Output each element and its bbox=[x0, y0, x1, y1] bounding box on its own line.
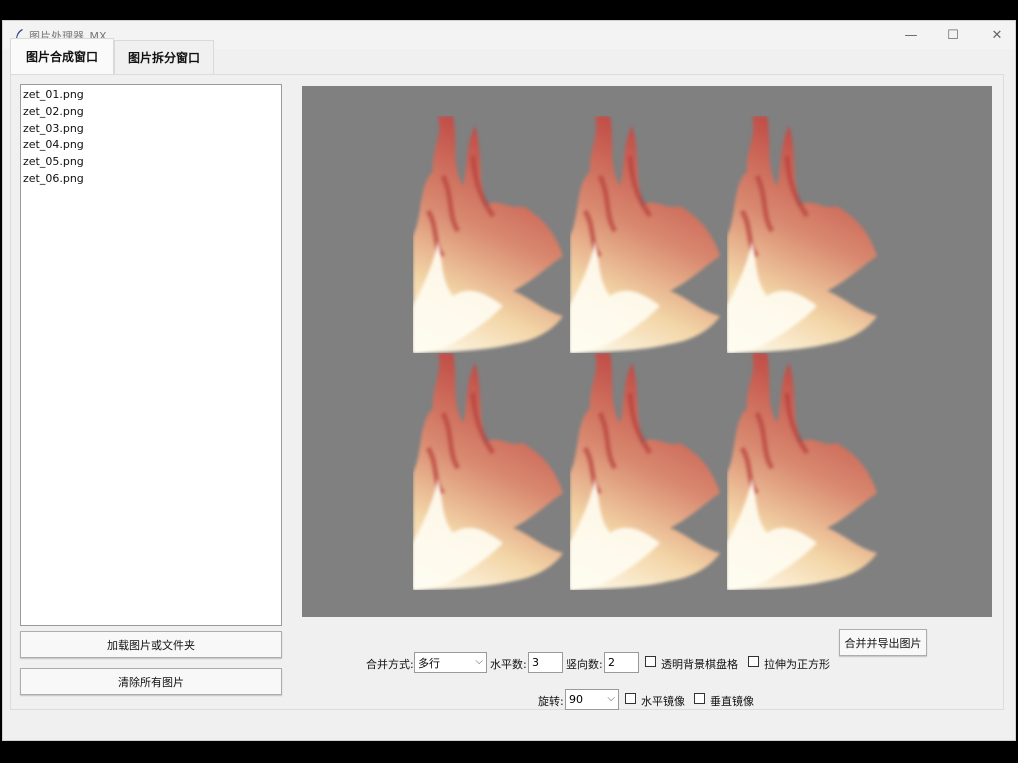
v-count-input[interactable]: 2 bbox=[604, 652, 639, 673]
load-images-button[interactable]: 加载图片或文件夹 bbox=[20, 631, 282, 658]
preview-tile-3 bbox=[727, 116, 884, 353]
h-count-input[interactable]: 3 bbox=[528, 652, 563, 673]
preview-tile-4 bbox=[413, 353, 570, 590]
merge-mode-value: 多行 bbox=[418, 656, 440, 670]
tab-merge[interactable]: 图片合成窗口 bbox=[10, 38, 114, 74]
v-count-label: 竖向数: bbox=[566, 658, 603, 671]
merge-mode-select[interactable]: 多行 ⌵ bbox=[414, 652, 487, 673]
list-item[interactable]: zet_05.png bbox=[22, 154, 281, 171]
h-mirror-checkbox[interactable] bbox=[625, 693, 636, 704]
list-item[interactable]: zet_04.png bbox=[22, 137, 281, 154]
transparent-checker-label: 透明背景棋盘格 bbox=[661, 658, 738, 671]
chevron-down-icon: ⌵ bbox=[475, 656, 483, 667]
preview-tile-2 bbox=[570, 116, 727, 353]
maximize-button[interactable]: ☐ bbox=[931, 21, 975, 49]
preview-tile-6 bbox=[727, 353, 884, 590]
stretch-square-checkbox[interactable] bbox=[748, 656, 759, 667]
preview-tile-5 bbox=[570, 353, 727, 590]
h-count-label: 水平数: bbox=[490, 658, 527, 671]
merge-mode-label: 合并方式: bbox=[366, 658, 414, 671]
minimize-button[interactable]: — bbox=[889, 21, 933, 49]
close-button[interactable]: ✕ bbox=[975, 21, 1018, 49]
list-item[interactable]: zet_02.png bbox=[22, 104, 281, 121]
preview-canvas[interactable] bbox=[302, 86, 992, 617]
h-mirror-label: 水平镜像 bbox=[641, 695, 685, 708]
stretch-square-label: 拉伸为正方形 bbox=[764, 658, 830, 671]
rotate-label: 旋转: bbox=[538, 695, 564, 708]
rotate-select[interactable]: 90 ⌵ bbox=[565, 689, 619, 710]
transparent-checker-checkbox[interactable] bbox=[645, 656, 656, 667]
list-item[interactable]: zet_06.png bbox=[22, 171, 281, 188]
v-mirror-label: 垂直镜像 bbox=[710, 695, 754, 708]
tab-split[interactable]: 图片拆分窗口 bbox=[114, 40, 214, 74]
clear-images-button[interactable]: 清除所有图片 bbox=[20, 668, 282, 695]
list-item[interactable]: zet_01.png bbox=[22, 87, 281, 104]
v-mirror-checkbox[interactable] bbox=[694, 693, 705, 704]
rotate-value: 90 bbox=[569, 693, 583, 706]
list-item[interactable]: zet_03.png bbox=[22, 121, 281, 138]
merge-export-button[interactable]: 合并并导出图片 bbox=[839, 629, 927, 656]
preview-tile-1 bbox=[413, 116, 570, 353]
file-listbox[interactable]: zet_01.png zet_02.png zet_03.png zet_04.… bbox=[20, 84, 282, 626]
chevron-down-icon: ⌵ bbox=[607, 693, 615, 704]
